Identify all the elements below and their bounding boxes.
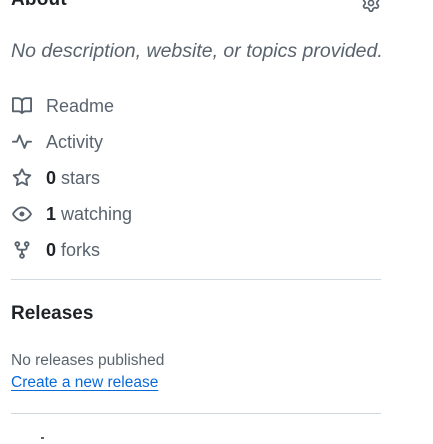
forks-link[interactable]: 0 forks [11,232,381,268]
watchers-label: watching [61,203,133,224]
forks-count: 0 [46,239,57,260]
fork-icon [11,239,33,261]
activity-link[interactable]: Activity [11,124,381,160]
book-icon [11,95,33,117]
forks-label: forks [61,239,101,260]
stars-count: 0 [46,167,57,188]
repo-meta-list: Readme Activity 0 stars 1 watching 0 for… [11,88,381,268]
watchers-link[interactable]: 1 watching [11,196,381,232]
pulse-icon [11,131,33,153]
no-releases-text: No releases published [11,352,165,369]
stars-link[interactable]: 0 stars [11,160,381,196]
gear-icon [362,0,380,12]
repo-description: No description, website, or topics provi… [11,40,383,62]
about-title: About [11,0,67,11]
watchers-count: 1 [46,203,57,224]
eye-icon [11,203,33,225]
section-divider [11,279,381,280]
about-settings-button[interactable] [361,0,381,13]
activity-label: Activity [46,131,104,152]
star-icon [11,167,33,189]
readme-link[interactable]: Readme [11,88,381,124]
section-divider [11,413,381,414]
next-section-fragment [41,437,44,439]
stars-label: stars [61,167,101,188]
about-header: About [11,0,381,14]
readme-label: Readme [46,95,115,116]
releases-heading[interactable]: Releases [11,303,93,325]
create-release-link[interactable]: Create a new release [11,374,158,392]
repo-sidebar: About No description, website, or topics… [0,0,433,444]
